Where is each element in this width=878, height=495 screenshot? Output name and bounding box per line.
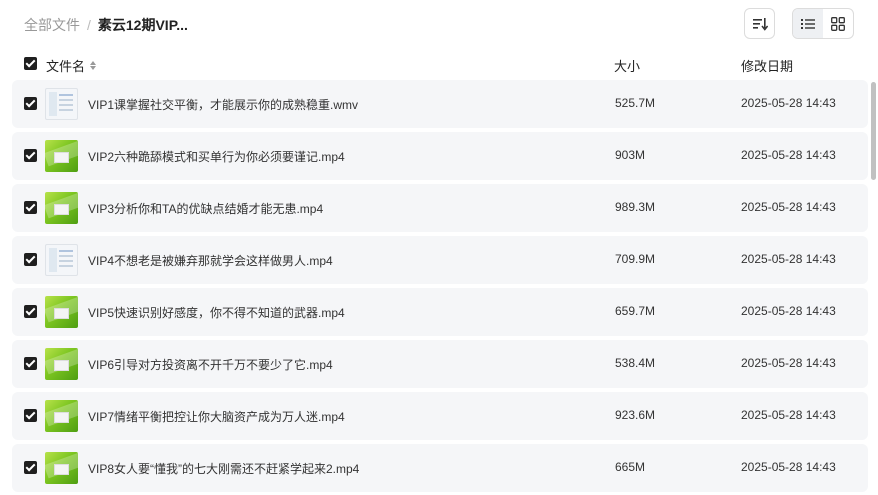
file-name[interactable]: VIP8女人要“懂我”的七大刚需还不赶紧学起来2.mp4 [88,460,359,477]
row-checkbox[interactable] [24,357,37,370]
video-thumbnail [45,452,78,484]
column-header-name[interactable]: 文件名 [46,56,97,75]
video-thumbnail [45,192,78,224]
file-modified-date: 2025-05-28 14:43 [741,252,836,266]
row-checkbox[interactable] [24,97,37,110]
file-size: 709.9M [615,252,656,266]
scrollbar-thumb[interactable] [871,82,876,180]
breadcrumb-separator: / [87,17,91,33]
file-name[interactable]: VIP5快速识别好感度，你不得不知道的武器.mp4 [88,304,345,321]
grid-view-button[interactable] [823,9,853,38]
video-thumbnail [45,400,78,432]
list-header: 文件名 大小 修改日期 [0,50,878,78]
list-view-icon [801,18,815,29]
breadcrumb-current-folder: 素云12期VIP... [97,17,188,33]
sort-desc-icon [752,17,768,31]
file-size: 903M [615,148,646,162]
column-header-size[interactable]: 大小 [614,56,640,75]
file-row[interactable]: VIP3分析你和TA的优缺点结婚才能无患.mp4 989.3M 2025-05-28… [12,184,868,232]
file-row[interactable]: VIP7情绪平衡把控让你大脑资产成为万人迷.mp4 923.6M 2025-05-2… [12,392,868,440]
screenshot-thumbnail [45,88,78,120]
file-size: 989.3M [615,200,656,214]
row-checkbox[interactable] [24,461,37,474]
file-modified-date: 2025-05-28 14:43 [741,148,836,162]
row-checkbox[interactable] [24,305,37,318]
file-size: 923.6M [615,408,656,422]
screenshot-thumbnail [45,244,78,276]
file-size: 525.7M [615,96,656,110]
file-size: 665M [615,460,646,474]
select-all-checkbox[interactable] [24,57,37,70]
file-modified-date: 2025-05-28 14:43 [741,460,836,474]
row-checkbox[interactable] [24,409,37,422]
file-modified-date: 2025-05-28 14:43 [741,200,836,214]
row-checkbox[interactable] [24,149,37,162]
breadcrumb: 全部文件 / 素云12期VIP... [24,15,188,35]
file-modified-date: 2025-05-28 14:43 [741,356,836,370]
file-row[interactable]: VIP2六种跪舔模式和买单行为你必须要谨记.mp4 903M 2025-05-28 … [12,132,868,180]
sort-button[interactable] [744,8,775,39]
column-header-name-label: 文件名 [46,59,86,74]
file-size: 538.4M [615,356,656,370]
top-bar: 全部文件 / 素云12期VIP... [0,0,878,48]
view-toggle [792,8,854,39]
column-header-date[interactable]: 修改日期 [741,56,793,75]
file-name[interactable]: VIP2六种跪舔模式和买单行为你必须要谨记.mp4 [88,148,345,165]
sort-caret-icon [90,61,97,70]
file-row[interactable]: VIP8女人要“懂我”的七大刚需还不赶紧学起来2.mp4 665M 2025-05-… [12,444,868,492]
file-row[interactable]: VIP4不想老是被嫌弃那就学会这样做男人.mp4 709.9M 2025-05-28… [12,236,868,284]
file-name[interactable]: VIP3分析你和TA的优缺点结婚才能无患.mp4 [88,200,323,217]
row-checkbox[interactable] [24,253,37,266]
file-name[interactable]: VIP7情绪平衡把控让你大脑资产成为万人迷.mp4 [88,408,345,425]
file-list: VIP1课掌握社交平衡，才能展示你的成熟稳重.wmv 525.7M 2025-05-… [12,80,868,495]
file-size: 659.7M [615,304,656,318]
list-view-button[interactable] [793,9,823,38]
file-name[interactable]: VIP4不想老是被嫌弃那就学会这样做男人.mp4 [88,252,333,269]
breadcrumb-root-link[interactable]: 全部文件 [24,15,80,35]
file-modified-date: 2025-05-28 14:43 [741,96,836,110]
video-thumbnail [45,140,78,172]
file-row[interactable]: VIP5快速识别好感度，你不得不知道的武器.mp4 659.7M 2025-05-2… [12,288,868,336]
file-modified-date: 2025-05-28 14:43 [741,304,836,318]
file-name[interactable]: VIP1课掌握社交平衡，才能展示你的成熟稳重.wmv [88,96,358,113]
row-checkbox[interactable] [24,201,37,214]
video-thumbnail [45,348,78,380]
file-modified-date: 2025-05-28 14:43 [741,408,836,422]
file-row[interactable]: VIP6引导对方投资离不开千万不要少了它.mp4 538.4M 2025-05-28… [12,340,868,388]
file-row[interactable]: VIP1课掌握社交平衡，才能展示你的成熟稳重.wmv 525.7M 2025-05-… [12,80,868,128]
grid-view-icon [831,16,845,31]
video-thumbnail [45,296,78,328]
file-name[interactable]: VIP6引导对方投资离不开千万不要少了它.mp4 [88,356,333,373]
